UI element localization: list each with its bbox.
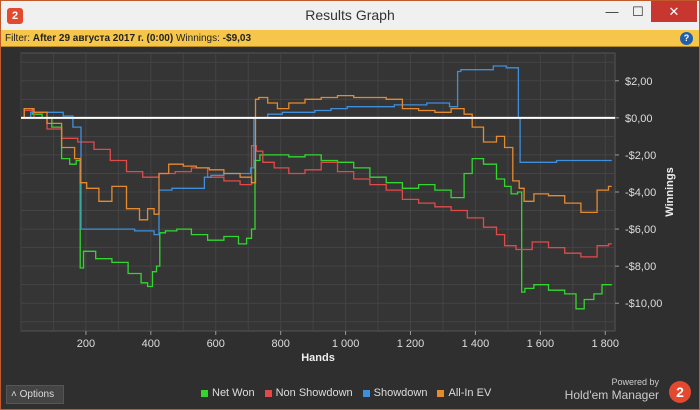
x-tick-label: 1 000 [332, 338, 360, 350]
y-axis-label: Winnings [664, 167, 676, 216]
legend-label: Net Won [212, 387, 255, 399]
title-bar[interactable]: 2 Results Graph — ☐ ✕ [1, 1, 699, 31]
chart-legend: Net Won Non Showdown Showdown All-In EV [201, 387, 501, 399]
y-axis-ticks: $2,00 $0,00 -$2,00 -$4,00 -$6,00 -$8,00 -$10,0… [615, 76, 662, 310]
x-tick-label: 1 400 [462, 338, 490, 350]
brand-name: Hold'em Manager [564, 388, 659, 402]
legend-label: Showdown [373, 387, 428, 399]
x-tick-label: 400 [142, 338, 160, 350]
winnings-label: Winnings: [175, 33, 220, 44]
maximize-button[interactable]: ☐ [625, 1, 651, 22]
powered-by-text: Powered by [611, 377, 659, 387]
legend-item-non-showdown[interactable]: Non Showdown [264, 387, 353, 399]
bottom-bar: ˄ Options Net Won Non Showdown Showdown All… [1, 375, 699, 409]
options-label: Options [19, 389, 55, 400]
legend-swatch [201, 389, 208, 397]
x-tick-label: 200 [77, 338, 95, 350]
chart-grid [20, 52, 616, 332]
legend-item-all-in-ev[interactable]: All-In EV [437, 387, 491, 399]
legend-item-showdown[interactable]: Showdown [362, 387, 428, 399]
y-tick-label: -$4,00 [625, 187, 656, 199]
filter-value: After 29 августа 2017 г. (0:00) [32, 33, 174, 44]
legend-swatch [437, 389, 445, 397]
holdem-manager-logo-icon: 2 [669, 381, 691, 403]
legend-swatch [362, 389, 370, 397]
y-tick-label: -$8,00 [625, 261, 656, 273]
results-line-chart: 200 400 600 800 1 000 1 200 1 400 1 600 1 800 $2… [20, 52, 676, 364]
legend-label: All-In EV [448, 387, 492, 399]
x-axis-label: Hands [301, 352, 335, 364]
window-title: Results Graph [305, 7, 395, 23]
x-tick-label: 1 800 [591, 338, 619, 350]
y-tick-label: -$10,00 [625, 298, 662, 310]
help-icon[interactable]: ? [680, 32, 693, 45]
y-tick-label: $0,00 [625, 113, 653, 125]
x-axis-ticks: 200 400 600 800 1 000 1 200 1 400 1 600 1 800 [77, 331, 619, 350]
chevron-up-icon: ˄ [11, 389, 17, 400]
winnings-value: -$9,03 [222, 33, 252, 44]
legend-item-net-won[interactable]: Net Won [201, 387, 255, 399]
legend-swatch [264, 389, 272, 397]
x-tick-label: 1 600 [527, 338, 555, 350]
x-tick-label: 1 200 [397, 338, 425, 350]
y-tick-label: $2,00 [625, 76, 653, 88]
close-button[interactable]: ✕ [651, 1, 697, 22]
brand-block: Powered by Hold'em Manager [565, 377, 659, 402]
filter-bar: Filter: After 29 августа 2017 г. (0:00) … [1, 30, 699, 47]
x-tick-label: 600 [207, 338, 225, 350]
results-graph-window: 2 Results Graph — ☐ ✕ Filter: After 29 а… [0, 0, 700, 410]
minimize-button[interactable]: — [599, 1, 625, 22]
y-tick-label: -$6,00 [625, 224, 656, 236]
legend-label: Non Showdown [275, 387, 353, 399]
x-tick-label: 800 [271, 338, 289, 350]
filter-prefix: Filter: [5, 33, 30, 44]
options-button[interactable]: ˄ Options [6, 385, 64, 404]
y-tick-label: -$2,00 [625, 150, 656, 162]
